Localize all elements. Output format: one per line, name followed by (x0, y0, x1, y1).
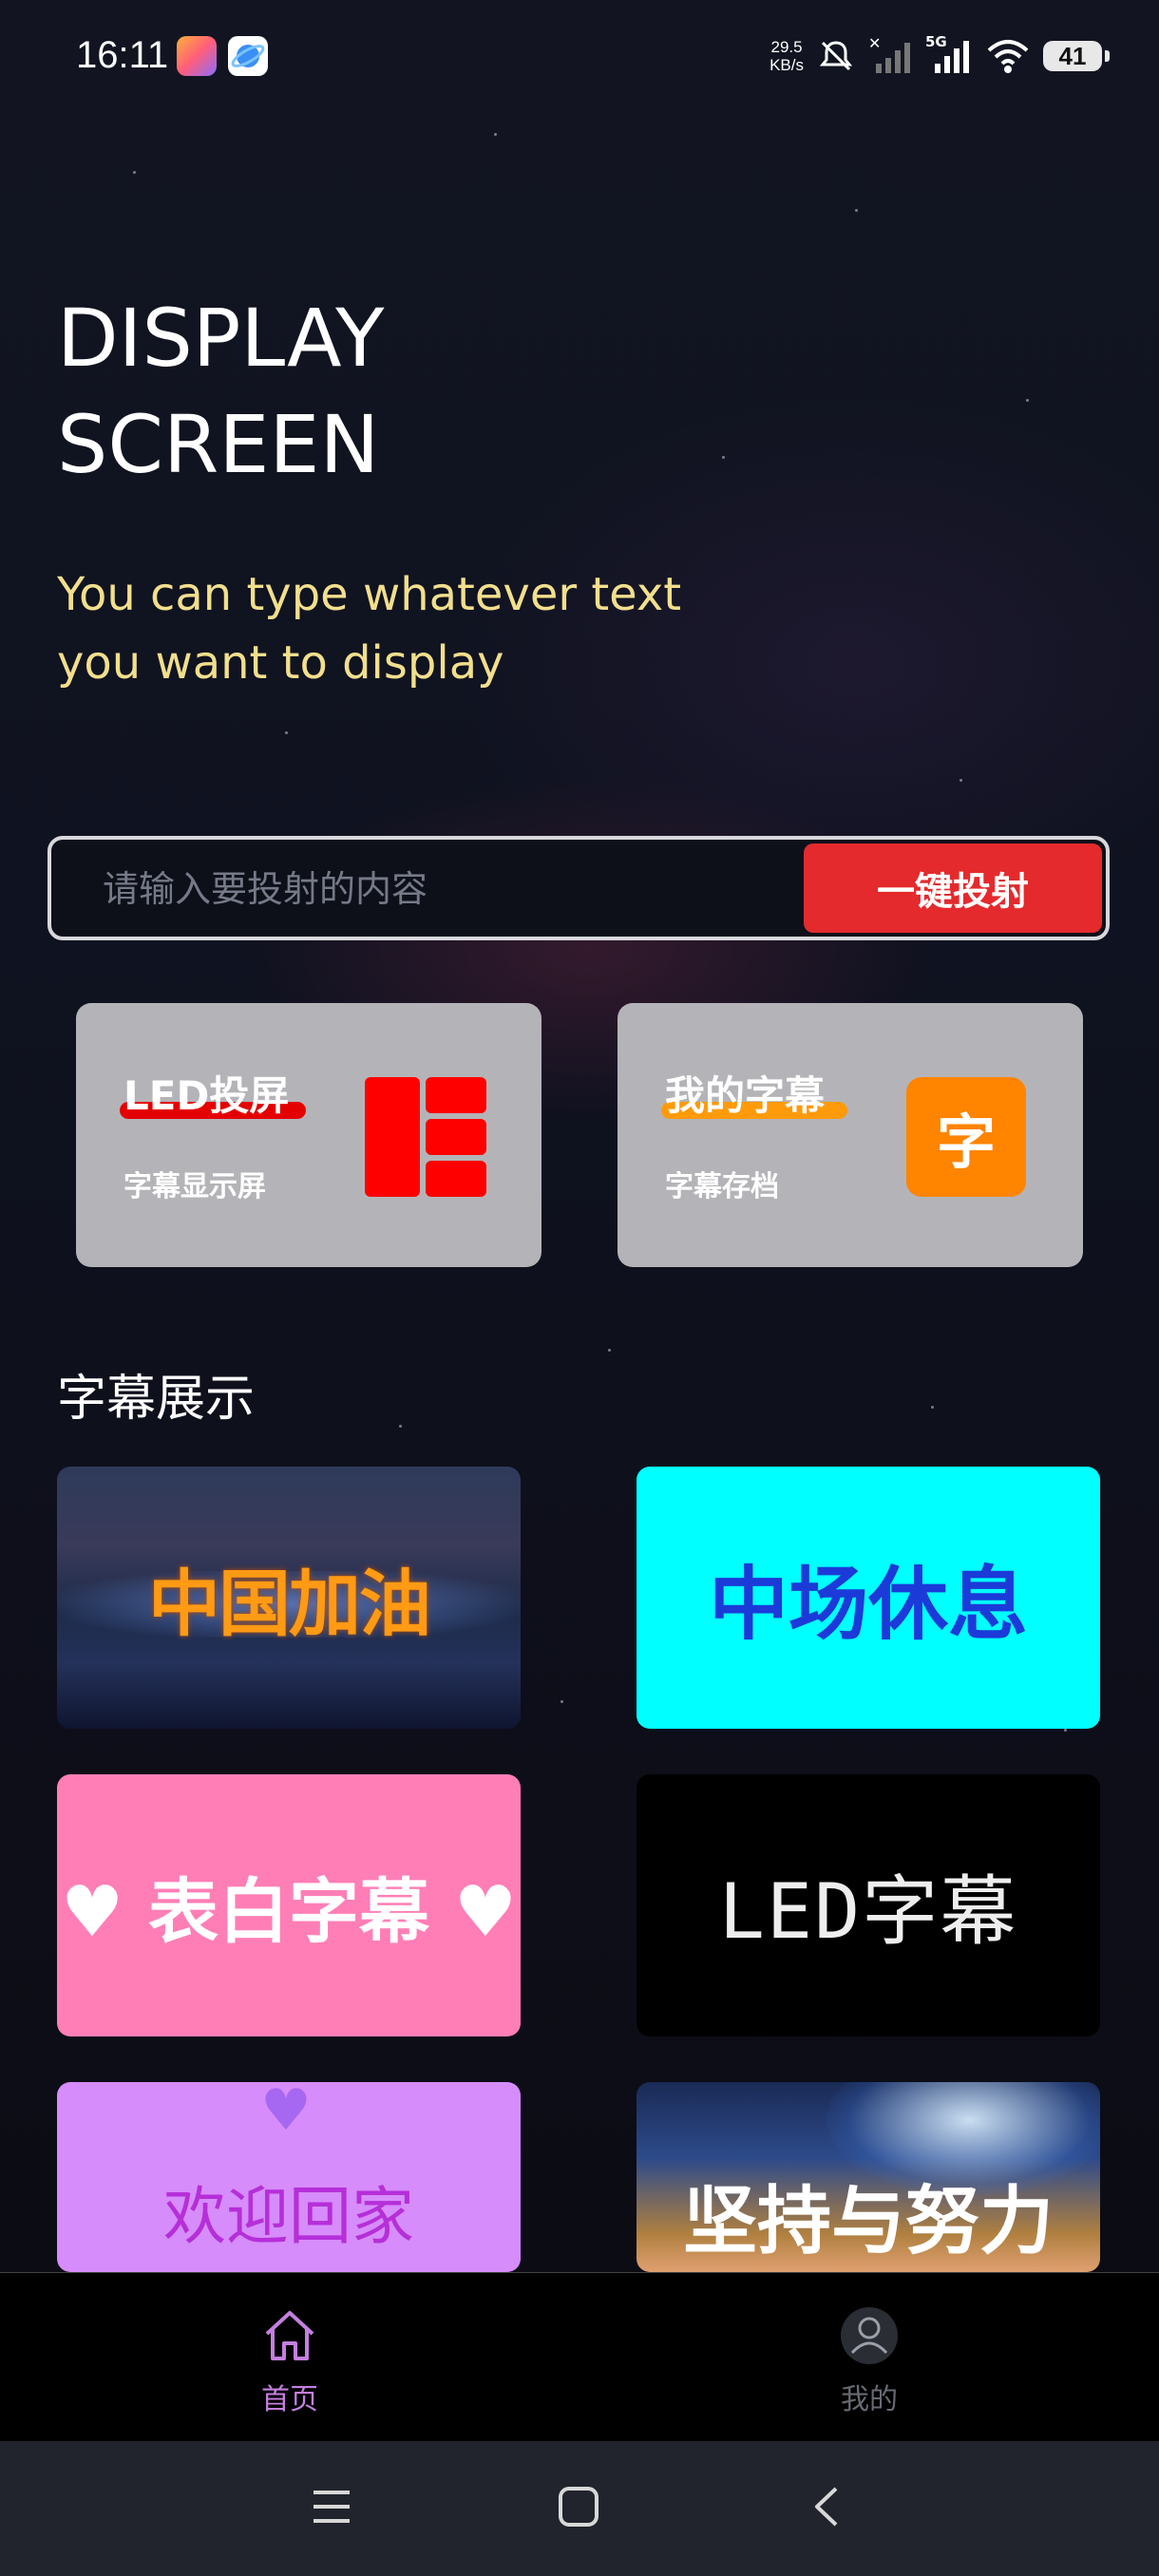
tab-label: 我的 (841, 2383, 898, 2416)
showcase-tile-halftime[interactable]: 中场休息 (636, 1467, 1100, 1729)
tile-text: 中国加油 (148, 1562, 431, 1646)
planet-app-icon (228, 36, 268, 76)
mute-icon (819, 41, 853, 71)
card-subtitle: 字幕存档 (665, 1170, 779, 1203)
section-title: 字幕展示 (57, 1371, 256, 1428)
tile-text: 中场休息 (708, 1557, 1028, 1651)
signal-icon: 5G (925, 33, 973, 77)
page-title: DISPLAY SCREEN (57, 292, 385, 491)
no-signal-icon: ✕ (868, 35, 910, 73)
bottom-tab-bar: 首页 我的 (0, 2272, 1159, 2442)
heart-icon: ♥ (260, 2082, 312, 2144)
tab-home[interactable]: 首页 (147, 2273, 432, 2442)
net-speed: 29.5 KB/s (770, 38, 804, 74)
home-icon (265, 2311, 314, 2360)
back-icon[interactable] (806, 2485, 849, 2529)
tile-text: ♥ 表白字幕 ♥ (60, 1870, 518, 1953)
menu-icon[interactable] (310, 2485, 353, 2529)
card-title: 我的字幕 (665, 1072, 826, 1119)
game-app-icon (177, 36, 217, 76)
showcase-tile-confession[interactable]: ♥ 表白字幕 ♥ (57, 1774, 521, 2036)
status-time: 16:11 (76, 34, 169, 76)
character-zi-icon: 字 (906, 1077, 1026, 1197)
wifi-icon (987, 40, 1029, 73)
my-subtitles-card[interactable]: 我的字幕 字幕存档 字 (618, 1003, 1083, 1267)
svg-text:✕: ✕ (868, 35, 881, 52)
home-square-icon[interactable] (557, 2485, 600, 2529)
tab-mine[interactable]: 我的 (727, 2273, 1012, 2442)
page-subtitle: You can type whatever text you want to d… (57, 568, 682, 690)
status-bar: 16:11 29.5 KB/s ✕ 5G 41 (0, 0, 1159, 114)
grid-tiles-icon (365, 1077, 486, 1197)
battery-icon: 41 (1043, 41, 1110, 71)
showcase-tile-china[interactable]: 中国加油 (57, 1467, 521, 1729)
tab-label: 首页 (261, 2383, 318, 2416)
showcase-tile-led[interactable]: LED字幕 (636, 1774, 1100, 2036)
card-subtitle: 字幕显示屏 (124, 1170, 266, 1203)
tile-text: 坚持与努力 (682, 2179, 1054, 2264)
cast-input-box: 一键投射 (48, 836, 1110, 940)
user-icon (841, 2307, 898, 2364)
led-cast-card[interactable]: LED投屏 字幕显示屏 (76, 1003, 542, 1267)
one-click-cast-button[interactable]: 一键投射 (804, 843, 1102, 933)
tile-text: LED字幕 (718, 1867, 1018, 1956)
system-nav-bar (0, 2441, 1159, 2576)
showcase-tile-welcome[interactable]: ♥ 欢迎回家 (57, 2082, 521, 2272)
cast-text-input[interactable] (101, 840, 826, 938)
card-title: LED投屏 (124, 1072, 290, 1119)
showcase-tile-persist[interactable]: 坚持与努力 (636, 2082, 1100, 2272)
tile-text: 欢迎回家 (163, 2180, 414, 2253)
